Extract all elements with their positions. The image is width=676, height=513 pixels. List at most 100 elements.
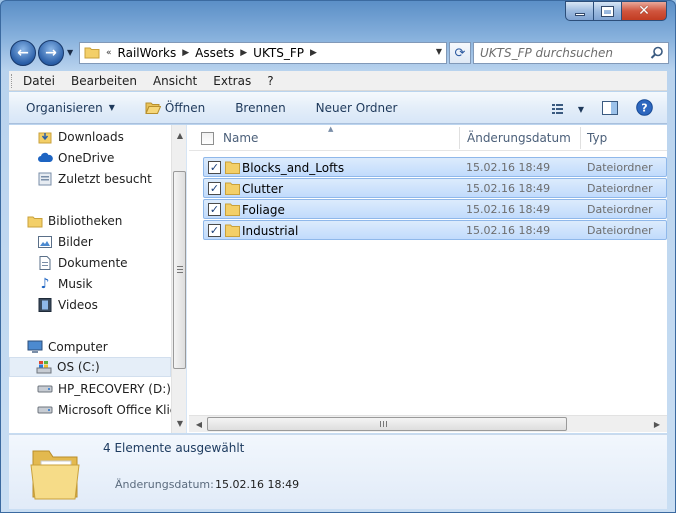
refresh-button[interactable]: ⟳	[449, 42, 471, 64]
table-row[interactable]: ✓ Foliage 15.02.16 18:49 Dateiordner	[203, 199, 667, 219]
scroll-down-icon[interactable]: ▼	[172, 415, 186, 431]
nav-item-videos[interactable]: Videos	[37, 295, 98, 315]
view-options-button[interactable]: ▼	[551, 103, 584, 115]
file-date: 15.02.16 18:49	[466, 203, 551, 216]
nav-label: HP_RECOVERY (D:)	[58, 382, 171, 396]
table-row[interactable]: ✓ Blocks_and_Lofts 15.02.16 18:49 Dateio…	[203, 157, 667, 177]
modified-date-value: 15.02.16 18:49	[215, 478, 300, 491]
address-dropdown-icon[interactable]: ▼	[436, 47, 442, 56]
recent-pages-dropdown[interactable]: ▼	[67, 48, 73, 57]
breadcrumb-railworks[interactable]: RailWorks	[118, 46, 177, 60]
nav-item-recent[interactable]: Zuletzt besucht	[37, 169, 152, 189]
details-pane: 4 Elemente ausgewählt Änderungsdatum: 15…	[9, 434, 667, 509]
row-checkbox[interactable]: ✓	[208, 224, 221, 237]
nav-item-downloads[interactable]: Downloads	[37, 127, 124, 147]
folder-icon	[84, 45, 100, 62]
scroll-grip	[177, 266, 183, 273]
nav-item-onedrive[interactable]: OneDrive	[37, 148, 114, 168]
file-type: Dateiordner	[587, 203, 653, 216]
nav-item-computer[interactable]: Computer	[27, 337, 108, 357]
chevron-right-icon[interactable]: ▶	[182, 48, 189, 58]
close-button[interactable]: ✕	[621, 1, 667, 21]
nav-label: Downloads	[58, 130, 124, 144]
row-checkbox[interactable]: ✓	[208, 161, 221, 174]
burn-button[interactable]: Brennen	[235, 101, 285, 115]
back-button[interactable]: ←	[10, 40, 36, 66]
file-type: Dateiordner	[587, 161, 653, 174]
folder-icon	[225, 202, 240, 219]
menu-ansicht[interactable]: Ansicht	[145, 74, 205, 88]
pictures-icon	[37, 234, 53, 250]
address-bar[interactable]: « RailWorks ▶ Assets ▶ UKTS_FP ▶ ▼	[79, 42, 447, 64]
music-icon: ♪	[40, 276, 50, 292]
view-controls: ▼ ?	[551, 99, 653, 119]
open-button[interactable]: Öffnen	[145, 101, 205, 115]
file-date: 15.02.16 18:49	[466, 182, 551, 195]
nav-label: Computer	[48, 340, 108, 354]
scroll-left-icon[interactable]: ◀	[191, 416, 207, 432]
view-list-icon	[551, 104, 563, 114]
nav-label: Microsoft Office Klick	[58, 403, 184, 417]
nav-item-libraries[interactable]: Bibliotheken	[27, 211, 122, 231]
caption-buttons: ✕	[565, 1, 667, 21]
breadcrumb-overflow[interactable]: «	[106, 48, 112, 58]
open-label: Öffnen	[164, 100, 206, 115]
windows-drive-icon	[36, 359, 52, 375]
organize-button[interactable]: Organisieren ▼	[26, 101, 115, 115]
minimize-button[interactable]	[565, 1, 593, 21]
downloads-icon	[37, 129, 53, 145]
nav-item-bilder[interactable]: Bilder	[37, 232, 93, 252]
videos-icon	[37, 297, 53, 313]
search-input[interactable]: UKTS_FP durchsuchen	[473, 42, 669, 64]
navigation-pane: Downloads OneDrive Zuletzt besucht Bibli…	[9, 125, 187, 433]
row-checkbox[interactable]: ✓	[208, 182, 221, 195]
menu-help[interactable]: ?	[259, 74, 281, 88]
file-date: 15.02.16 18:49	[466, 224, 551, 237]
file-list-horizontal-scrollbar[interactable]: ◀ ▶	[189, 415, 667, 432]
row-checkbox[interactable]: ✓	[208, 203, 221, 216]
menu-datei[interactable]: Datei	[15, 74, 63, 88]
preview-pane-button[interactable]	[602, 100, 618, 118]
scroll-right-icon[interactable]: ▶	[649, 416, 665, 432]
nav-item-hp-recovery[interactable]: HP_RECOVERY (D:)	[37, 379, 171, 399]
scroll-thumb[interactable]	[173, 171, 186, 369]
column-date[interactable]: Änderungsdatum	[467, 131, 571, 145]
new-folder-button[interactable]: Neuer Ordner	[316, 101, 398, 115]
nav-item-office-click[interactable]: Microsoft Office Klick	[37, 400, 183, 420]
file-date: 15.02.16 18:49	[466, 161, 551, 174]
chevron-right-icon[interactable]: ▶	[310, 48, 317, 58]
file-type: Dateiordner	[587, 224, 653, 237]
menu-bearbeiten[interactable]: Bearbeiten	[63, 74, 145, 88]
nav-item-musik[interactable]: ♪ Musik	[37, 274, 93, 294]
organize-label: Organisieren	[26, 100, 103, 115]
chevron-right-icon[interactable]: ▶	[240, 48, 247, 58]
table-row[interactable]: ✓ Clutter 15.02.16 18:49 Dateiordner	[203, 178, 667, 198]
column-header: ▲ Name Änderungsdatum Typ	[189, 125, 667, 151]
breadcrumb-assets[interactable]: Assets	[195, 46, 234, 60]
breadcrumb-ukts-fp[interactable]: UKTS_FP	[253, 46, 304, 60]
maximize-button[interactable]	[593, 1, 621, 21]
column-divider[interactable]	[580, 127, 581, 149]
file-name: Clutter	[242, 182, 284, 196]
column-name[interactable]: Name	[223, 131, 258, 145]
table-row[interactable]: ✓ Industrial 15.02.16 18:49 Dateiordner	[203, 220, 667, 240]
nav-item-dokumente[interactable]: Dokumente	[37, 253, 128, 273]
search-icon[interactable]	[650, 46, 664, 63]
file-name: Blocks_and_Lofts	[242, 161, 345, 175]
menu-extras[interactable]: Extras	[205, 74, 259, 88]
forward-button[interactable]: →	[38, 40, 64, 66]
modified-date-label: Änderungsdatum:	[115, 478, 214, 491]
select-all-checkbox[interactable]	[201, 132, 214, 145]
column-divider[interactable]	[459, 127, 460, 149]
arrow-right-icon: →	[45, 45, 57, 61]
nav-vertical-scrollbar[interactable]: ▲ ▼	[171, 125, 186, 433]
folder-icon	[225, 160, 240, 177]
nav-label: OS (C:)	[57, 360, 100, 374]
nav-item-os-c[interactable]: OS (C:)	[9, 357, 171, 377]
scroll-up-icon[interactable]: ▲	[172, 127, 186, 143]
scroll-thumb[interactable]	[207, 417, 567, 431]
chevron-down-icon: ▼	[577, 104, 584, 114]
file-name: Industrial	[242, 224, 299, 238]
column-type[interactable]: Typ	[587, 131, 607, 145]
help-button[interactable]: ?	[636, 99, 653, 119]
